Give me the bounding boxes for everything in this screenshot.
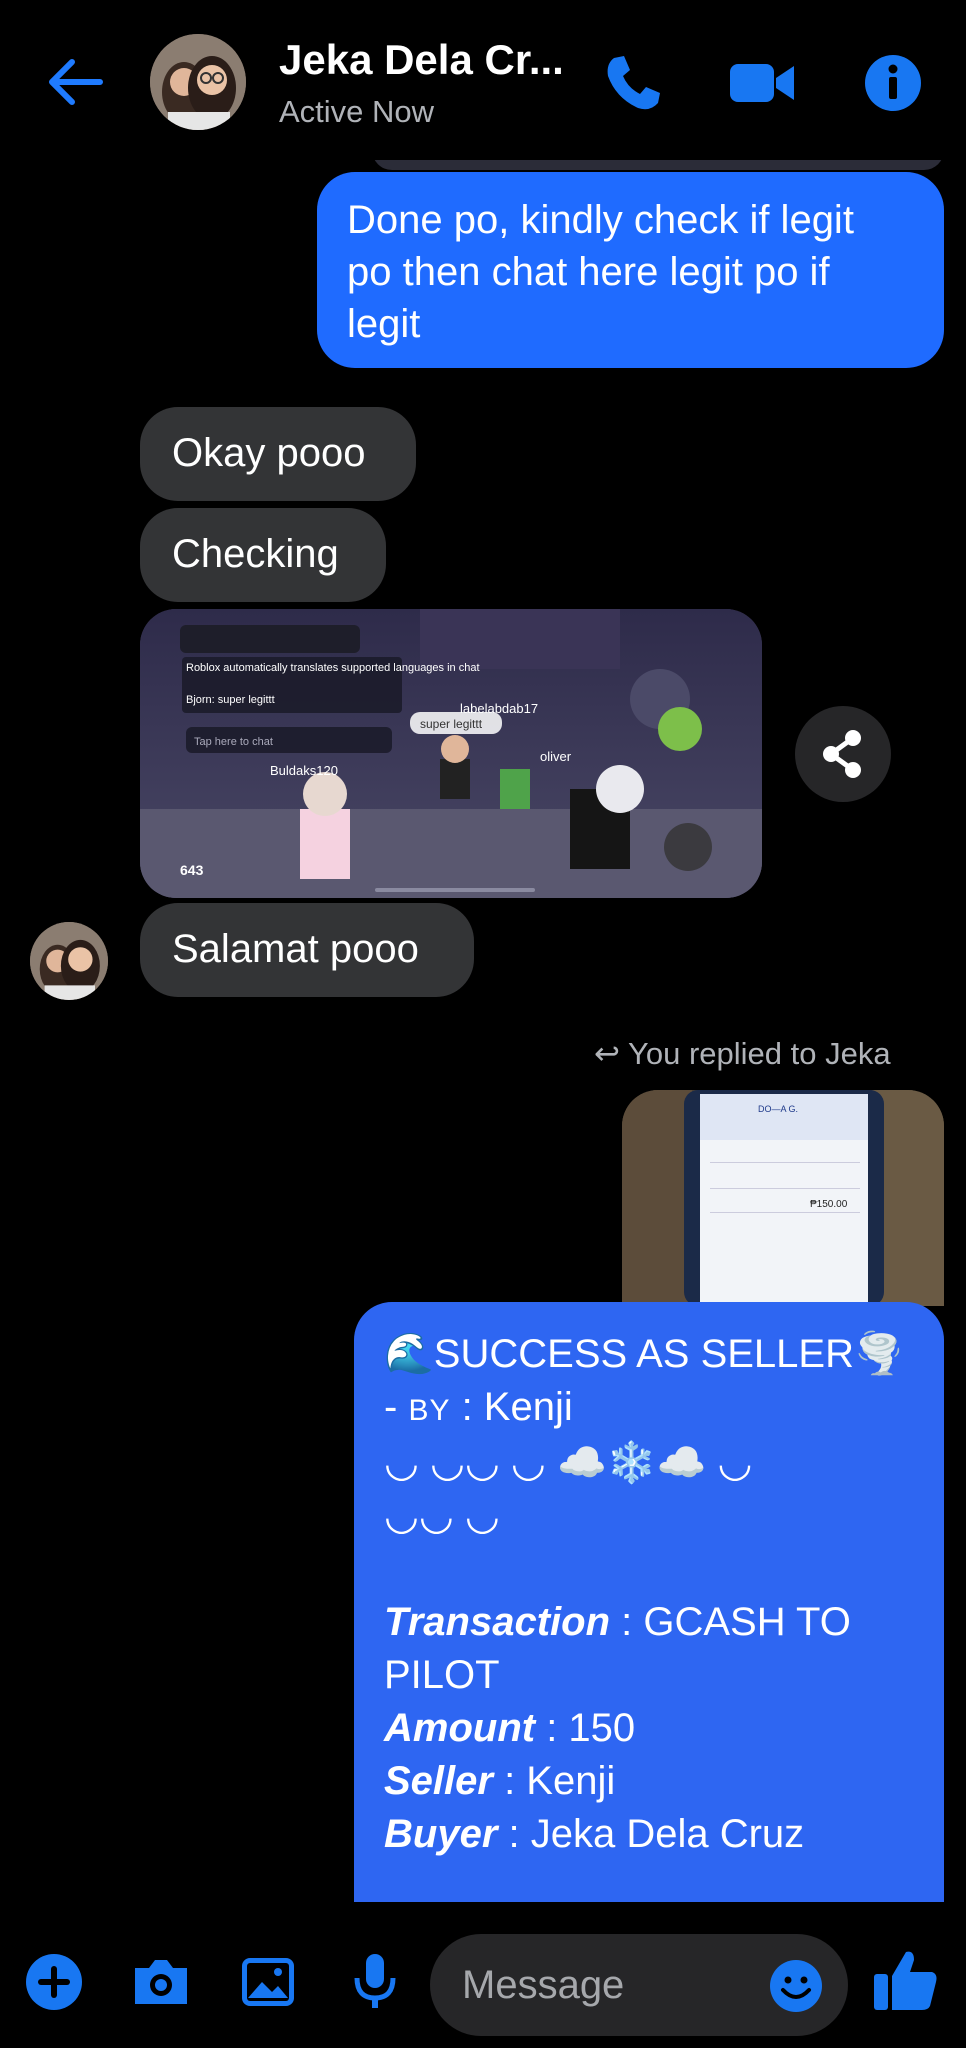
buyer-value: : Jeka Dela Cruz [497, 1812, 805, 1856]
message-line: Seller : Kenji [384, 1755, 914, 1808]
gallery-icon[interactable] [236, 1950, 300, 2014]
message-line: ◡◡ ◡ [384, 1494, 500, 1538]
info-icon[interactable] [858, 50, 928, 116]
contact-avatar-small[interactable] [30, 922, 108, 1000]
message-line: 🌊SUCCESS AS SELLER🌪️ [384, 1332, 904, 1376]
amount-label: Amount [384, 1706, 536, 1750]
message-line: legit [347, 302, 421, 346]
back-arrow-icon[interactable] [44, 52, 108, 112]
game-chat-line: Bjorn: super legittt [186, 694, 275, 706]
speech-bubble: super legittt [420, 717, 483, 731]
active-status: Active Now [279, 94, 435, 129]
microphone-icon[interactable] [343, 1950, 407, 2014]
message-text: Salamat pooo [172, 927, 419, 971]
outgoing-message-long[interactable]: 🌊SUCCESS AS SELLER🌪️ - BY : Kenji ◡ ◡◡ ◡… [354, 1302, 944, 1902]
like-icon[interactable] [870, 1944, 942, 2016]
message-line: po then chat here legit po if [347, 250, 830, 294]
contact-name[interactable]: Jeka Dela Cr... [279, 36, 564, 84]
message-line: Done po, kindly check if legit [347, 198, 854, 242]
message-line: ◡ ◡◡ ◡ ☁️❄️☁️ ◡ [384, 1441, 753, 1485]
buyer-label: Buyer [384, 1812, 498, 1856]
share-button[interactable] [795, 706, 891, 802]
seller-label: Seller [384, 1759, 493, 1803]
seller-value: : Kenji [492, 1759, 616, 1803]
by-label: BY [408, 1394, 451, 1427]
reply-indicator: ↩ You replied to Jeka [594, 1036, 891, 1072]
receipt-amount: ₱150.00 [810, 1199, 848, 1210]
message-line: Buyer : Jeka Dela Cruz [384, 1808, 914, 1861]
message-text: Checking [172, 532, 339, 576]
message-text: Okay pooo [172, 431, 366, 475]
outgoing-message[interactable]: Done po, kindly check if legit po then c… [317, 172, 944, 368]
message-line: Transaction : GCASH TO [384, 1596, 914, 1649]
transaction-value: : GCASH TO [610, 1600, 851, 1644]
message-line: Amount : 150 [384, 1702, 914, 1755]
by-value: : Kenji [450, 1385, 573, 1429]
contact-avatar[interactable] [150, 34, 246, 130]
share-icon [823, 730, 861, 778]
amount-value: : 150 [535, 1706, 636, 1750]
reply-icon: ↩ [594, 1036, 620, 1071]
reply-note-text: You replied to Jeka [628, 1036, 891, 1071]
by-prefix: - [384, 1385, 409, 1429]
incoming-message[interactable]: Salamat pooo [140, 903, 474, 997]
currency-counter: 643 [180, 862, 204, 878]
replied-photo[interactable]: DO—A G. ₱150.00 [622, 1090, 944, 1306]
shared-photo[interactable]: Roblox automatically translates supporte… [140, 609, 762, 898]
transaction-label: Transaction [384, 1600, 610, 1644]
video-call-icon[interactable] [728, 50, 798, 116]
conversation-header: Jeka Dela Cr... Active Now [0, 0, 966, 160]
receipt-name: DO—A G. [758, 1104, 798, 1114]
plus-icon[interactable] [22, 1950, 86, 2014]
phone-icon[interactable] [598, 50, 668, 116]
message-line: PILOT [384, 1653, 500, 1697]
message-input[interactable]: Message [430, 1934, 848, 2036]
game-chat-placeholder: Tap here to chat [194, 736, 273, 748]
camera-icon[interactable] [129, 1950, 193, 2014]
message-placeholder: Message [462, 1963, 625, 2007]
incoming-message[interactable]: Checking [140, 508, 386, 602]
message-line: - BY : Kenji [384, 1381, 914, 1437]
player-name: Buldaks120 [270, 763, 338, 778]
player-name: oliver [540, 749, 572, 764]
game-chat-notice: Roblox automatically translates supporte… [186, 662, 480, 674]
incoming-message[interactable]: Okay pooo [140, 407, 416, 501]
emoji-icon[interactable] [768, 1958, 824, 2014]
